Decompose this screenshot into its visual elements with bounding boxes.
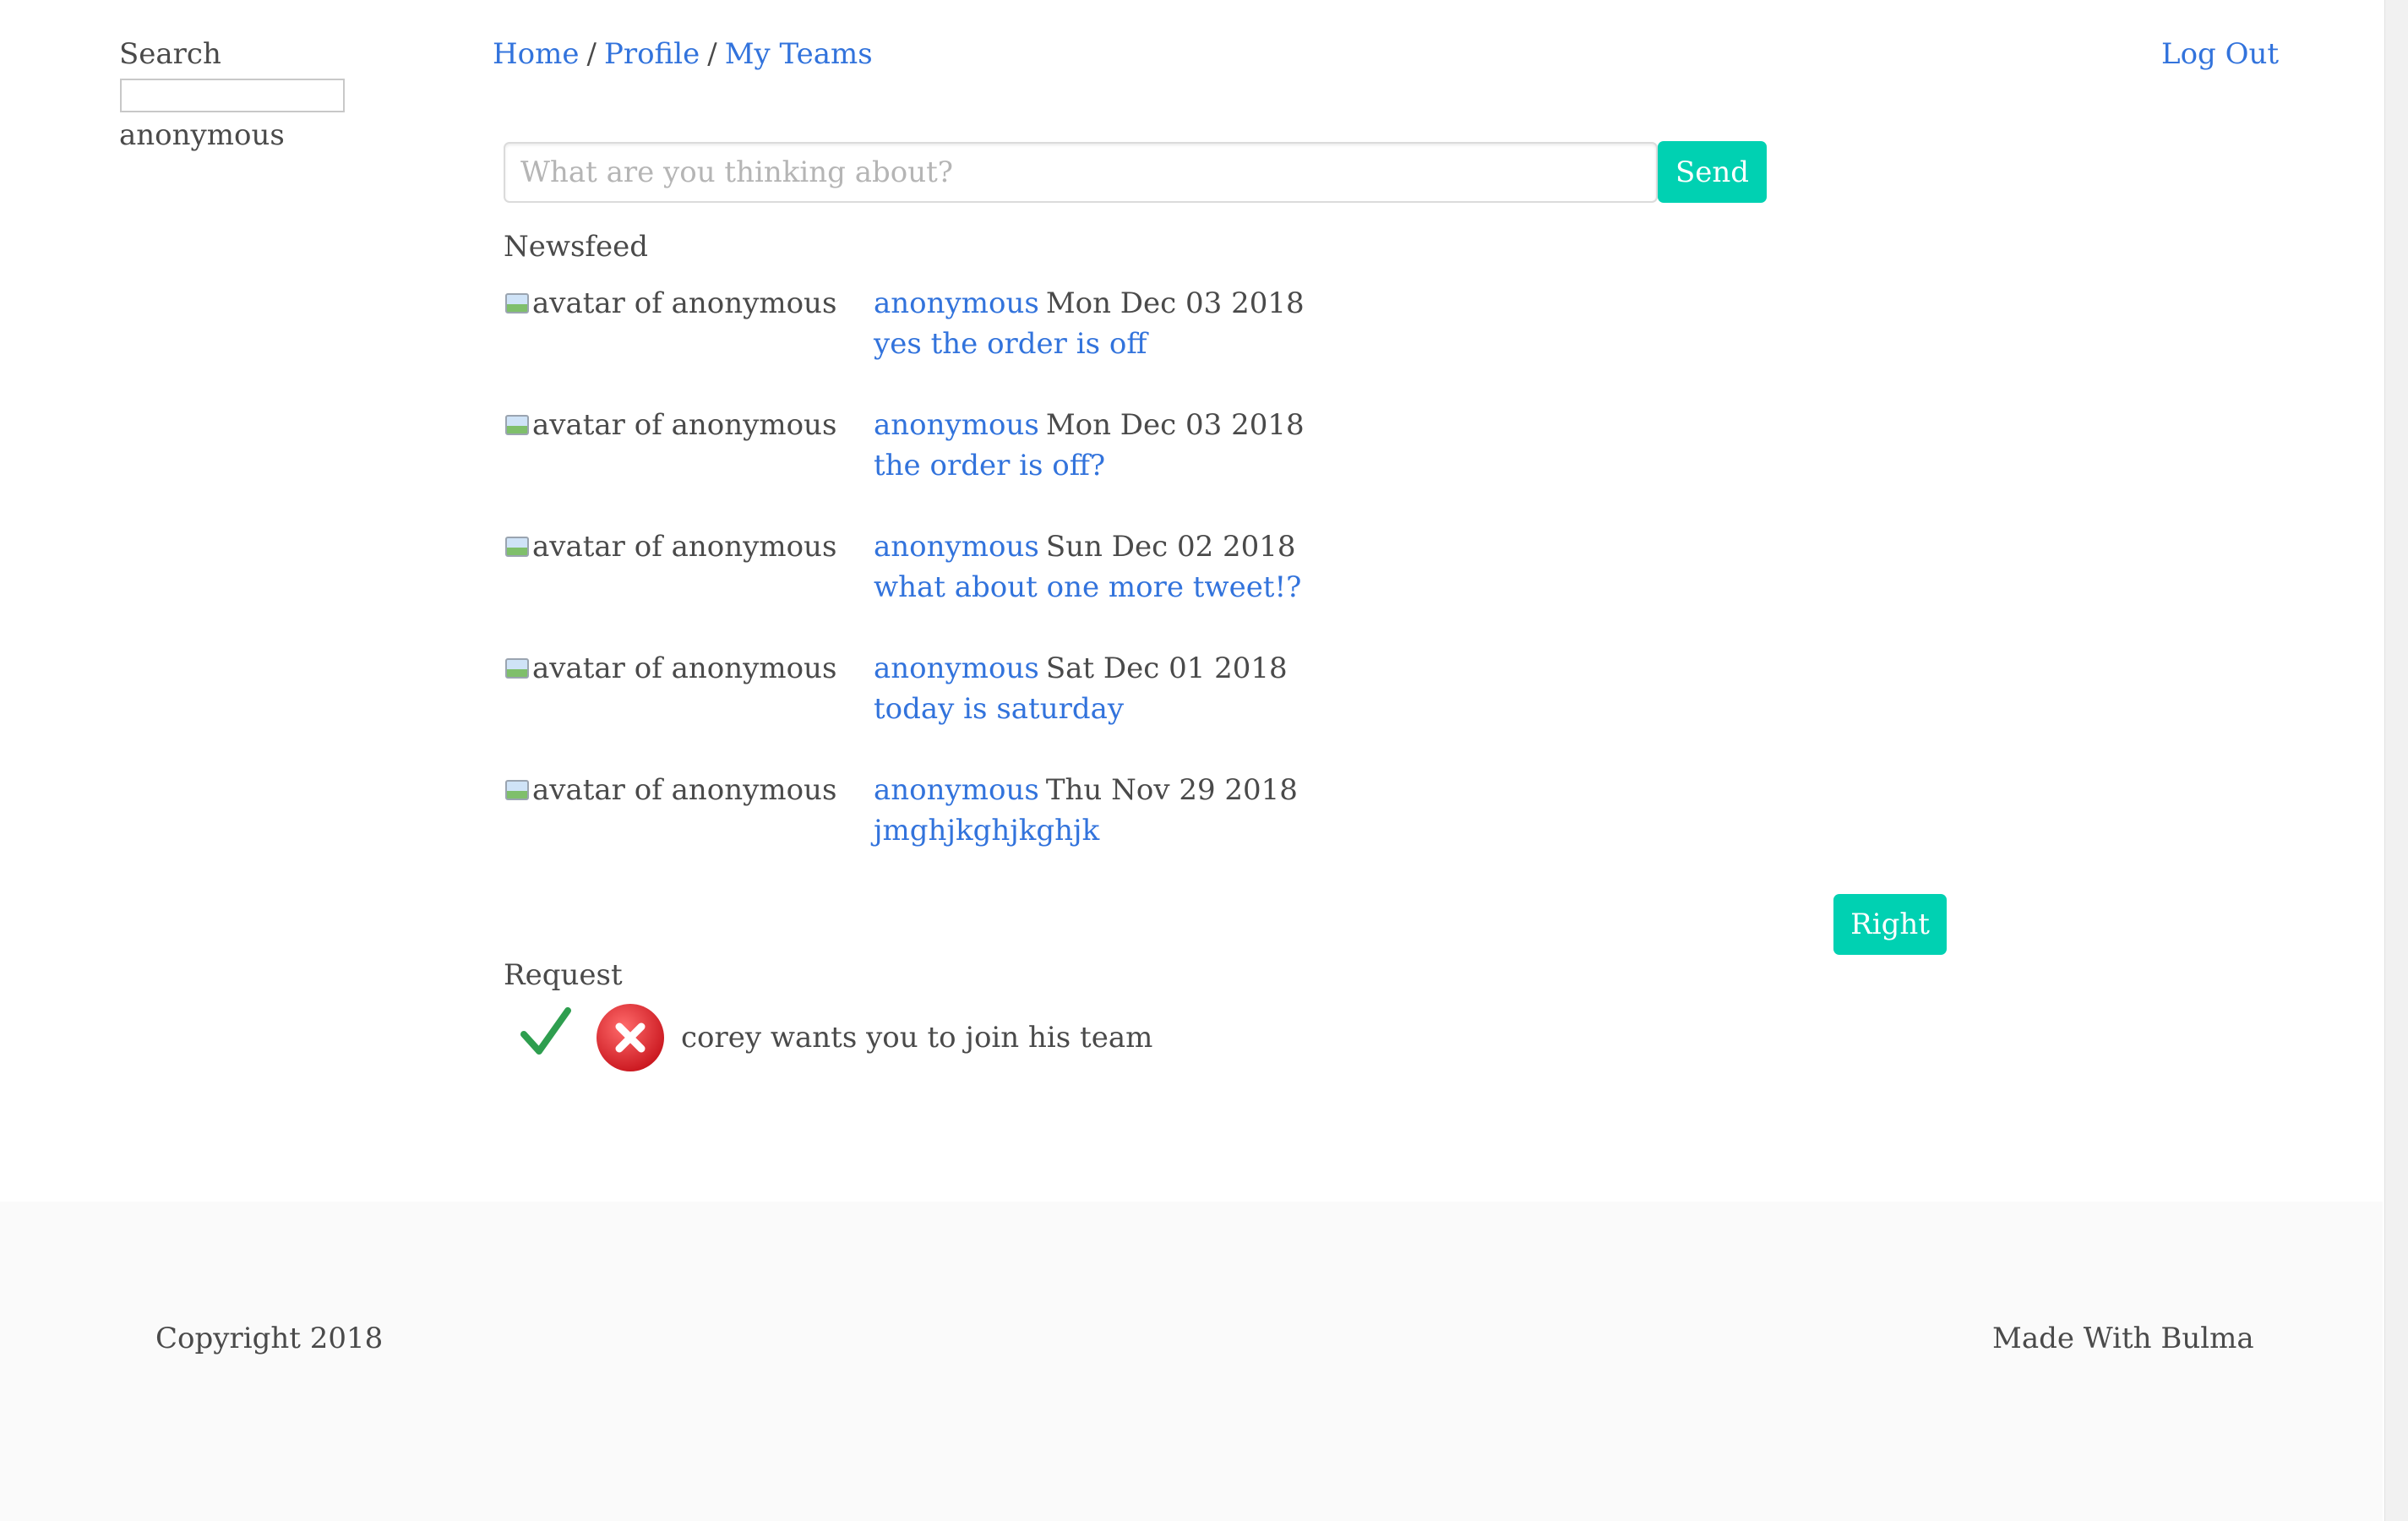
tweet-text-link[interactable]: what about one more tweet!? xyxy=(874,569,1301,606)
avatar: avatar of anonymous xyxy=(504,406,836,444)
avatar: avatar of anonymous xyxy=(504,285,836,322)
scrollbar[interactable] xyxy=(2384,0,2408,1521)
post-date: Sat Dec 01 2018 xyxy=(1045,651,1288,685)
avatar: avatar of anonymous xyxy=(504,650,836,687)
post-date: Mon Dec 03 2018 xyxy=(1045,286,1305,320)
avatar-alt-text: avatar of anonymous xyxy=(532,530,837,564)
sidebar-username: anonymous xyxy=(119,118,285,152)
feed-item: avatar of anonymous anonymous Sun Dec 02 … xyxy=(504,528,1686,621)
broken-image-icon xyxy=(504,412,531,439)
author-link[interactable]: anonymous xyxy=(874,530,1039,564)
checkmark-icon[interactable] xyxy=(519,1006,573,1060)
search-label: Search xyxy=(119,37,221,71)
tweet-text-link[interactable]: today is saturday xyxy=(874,690,1124,728)
feed-item: avatar of anonymous anonymous Mon Dec 03 … xyxy=(504,406,1686,499)
feed-item-meta: anonymous Sat Dec 01 2018 xyxy=(874,650,1288,687)
avatar-alt-text: avatar of anonymous xyxy=(532,651,837,685)
broken-image-icon xyxy=(504,777,531,804)
feed-item: avatar of anonymous anonymous Mon Dec 03 … xyxy=(504,285,1686,378)
author-link[interactable]: anonymous xyxy=(874,408,1039,442)
request-title: Request xyxy=(504,958,623,992)
author-link[interactable]: anonymous xyxy=(874,773,1039,807)
close-circle-icon[interactable] xyxy=(595,1002,666,1073)
breadcrumb: Home / Profile / My Teams xyxy=(493,35,873,73)
footer-made-with: Made With Bulma xyxy=(1992,1322,2254,1355)
author-link[interactable]: anonymous xyxy=(874,286,1039,320)
avatar: avatar of anonymous xyxy=(504,528,836,565)
tweet-text-link[interactable]: yes the order is off xyxy=(874,325,1147,363)
avatar-alt-text: avatar of anonymous xyxy=(532,408,837,442)
breadcrumb-separator: / xyxy=(707,37,717,71)
right-button[interactable]: Right xyxy=(1833,894,1947,955)
post-date: Sun Dec 02 2018 xyxy=(1045,530,1296,564)
feed-item-meta: anonymous Sun Dec 02 2018 xyxy=(874,528,1296,565)
tweet-text-link[interactable]: jmghjkghjkghjk xyxy=(874,812,1099,849)
breadcrumb-separator: / xyxy=(586,37,597,71)
feed-item: avatar of anonymous anonymous Sat Dec 01 … xyxy=(504,650,1686,743)
logout-link[interactable]: Log Out xyxy=(2161,35,2279,73)
broken-image-icon xyxy=(504,655,531,682)
author-link[interactable]: anonymous xyxy=(874,651,1039,685)
avatar-alt-text: avatar of anonymous xyxy=(532,773,837,807)
page: Search anonymous Home / Profile / My Teams L… xyxy=(0,0,2408,1521)
search-input[interactable] xyxy=(120,79,345,112)
newsfeed-title: Newsfeed xyxy=(504,230,649,264)
nav-home-link[interactable]: Home xyxy=(493,37,579,71)
footer-copyright: Copyright 2018 xyxy=(155,1322,384,1355)
feed-item-meta: anonymous Mon Dec 03 2018 xyxy=(874,406,1305,444)
footer xyxy=(0,1202,2383,1521)
tweet-input[interactable] xyxy=(504,142,1658,203)
avatar-alt-text: avatar of anonymous xyxy=(532,286,837,320)
feed-item-meta: anonymous Mon Dec 03 2018 xyxy=(874,285,1305,322)
feed-item-meta: anonymous Thu Nov 29 2018 xyxy=(874,771,1298,809)
nav-my-teams-link[interactable]: My Teams xyxy=(725,37,873,71)
broken-image-icon xyxy=(504,290,531,317)
avatar: avatar of anonymous xyxy=(504,771,836,809)
send-button[interactable]: Send xyxy=(1658,141,1767,203)
broken-image-icon xyxy=(504,533,531,560)
tweet-text-link[interactable]: the order is off? xyxy=(874,447,1105,484)
feed-item: avatar of anonymous anonymous Thu Nov 29 … xyxy=(504,771,1686,864)
nav-profile-link[interactable]: Profile xyxy=(604,37,700,71)
post-date: Mon Dec 03 2018 xyxy=(1045,408,1305,442)
request-text: corey wants you to join his team xyxy=(681,1021,1153,1055)
post-date: Thu Nov 29 2018 xyxy=(1045,773,1298,807)
